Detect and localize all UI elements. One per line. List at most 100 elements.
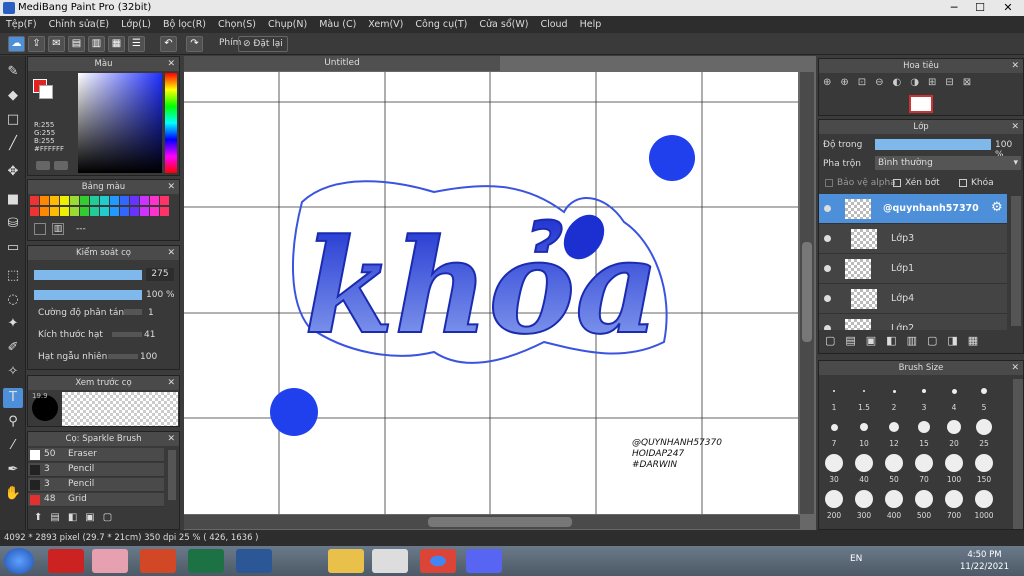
brush-size-dot[interactable]: [833, 390, 835, 392]
grid-icon[interactable]: ▦: [108, 36, 125, 52]
brush-list-scrollbar[interactable]: [168, 450, 176, 500]
menu-select[interactable]: Chọn(S): [218, 19, 256, 30]
color-swatch[interactable]: [80, 196, 89, 205]
brush-size-dot[interactable]: [892, 389, 896, 393]
saturation-picker[interactable]: [78, 73, 162, 173]
eyedropper-icon[interactable]: ⁄: [3, 436, 23, 456]
color-swatch[interactable]: [160, 196, 169, 205]
menu-help[interactable]: Help: [580, 19, 602, 30]
color-swatch[interactable]: [110, 207, 119, 216]
horizontal-scroll-thumb[interactable]: [428, 517, 572, 527]
trash-icon[interactable]: ▥: [52, 223, 64, 235]
medibang-icon[interactable]: [372, 549, 408, 573]
color-swatch[interactable]: [50, 196, 59, 205]
vertical-scrollbar[interactable]: [800, 72, 814, 514]
brush-size-dot[interactable]: [945, 454, 963, 472]
color-swatch[interactable]: [90, 207, 99, 216]
brush-size-dot[interactable]: [885, 490, 903, 508]
color-swatch[interactable]: [150, 196, 159, 205]
brush-list-item[interactable]: 48 Grid: [28, 493, 164, 507]
menu-window[interactable]: Cửa sổ(W): [479, 19, 528, 30]
gradient-tool-icon[interactable]: ▭: [3, 238, 23, 258]
brush-size-dot[interactable]: [975, 490, 993, 508]
start-button[interactable]: [4, 548, 34, 574]
brush-size-dot[interactable]: [863, 390, 865, 392]
eye-icon[interactable]: [824, 235, 831, 242]
brush-size-slider[interactable]: [34, 270, 142, 280]
scatter-slider[interactable]: [124, 309, 142, 315]
brush-size-dot[interactable]: [889, 422, 899, 432]
layer-opacity-slider[interactable]: [875, 139, 991, 150]
eraser-tool-icon[interactable]: ◆: [3, 86, 23, 106]
color-swatch[interactable]: [80, 207, 89, 216]
close-button[interactable]: ✕: [994, 0, 1022, 16]
navigator-thumbnail[interactable]: [909, 95, 933, 113]
brush-list-item[interactable]: 50 Eraser: [28, 448, 164, 462]
lasso-tool-icon[interactable]: ◌: [3, 290, 23, 310]
color-swatch[interactable]: [150, 207, 159, 216]
layer-row[interactable]: Lớp2: [819, 314, 1007, 330]
close-icon[interactable]: ✕: [167, 376, 175, 390]
magic-wand-icon[interactable]: ✦: [3, 314, 23, 334]
color-swatch[interactable]: [60, 207, 69, 216]
pen-tool-icon[interactable]: ✒: [3, 460, 23, 480]
layer-row[interactable]: @quynhanh57370 ⚙: [819, 194, 1007, 224]
color-swatch[interactable]: [140, 207, 149, 216]
word-icon[interactable]: [236, 549, 272, 573]
brush-size-dot[interactable]: [825, 454, 843, 472]
color-mode-button-2[interactable]: [54, 161, 68, 170]
brush-size-dot[interactable]: [855, 454, 873, 472]
color-swatch[interactable]: [70, 207, 79, 216]
color-swatch[interactable]: [140, 196, 149, 205]
move-tool-icon[interactable]: ✥: [3, 162, 23, 182]
brush-list-item[interactable]: 3 Pencil: [28, 463, 164, 477]
menu-snap[interactable]: Chụp(N): [268, 19, 307, 30]
discord-icon[interactable]: [466, 549, 502, 573]
brush-list-actions[interactable]: ⬆▤◧▣▢: [34, 512, 164, 526]
protect-alpha-checkbox[interactable]: [825, 179, 833, 187]
close-icon[interactable]: ✕: [1011, 120, 1019, 134]
doc-icon[interactable]: ▥: [88, 36, 105, 52]
menu-edit[interactable]: Chỉnh sửa(E): [49, 19, 110, 30]
horizontal-scrollbar[interactable]: [184, 515, 800, 529]
layer-row[interactable]: Lớp3: [819, 224, 1007, 254]
redo-icon[interactable]: ↷: [186, 36, 203, 52]
list-icon[interactable]: ☰: [128, 36, 145, 52]
layer-actions[interactable]: ▢▤▣◧▥▢◨▦: [825, 334, 1021, 350]
brush-tool-icon[interactable]: ✎: [3, 62, 23, 82]
folder-icon[interactable]: [328, 549, 364, 573]
vertical-scroll-thumb[interactable]: [802, 242, 812, 342]
color-swatch[interactable]: [110, 196, 119, 205]
undo-icon[interactable]: ↶: [160, 36, 177, 52]
hand-tool-icon[interactable]: ✋: [3, 484, 23, 504]
color-swatch[interactable]: [130, 196, 139, 205]
select-eraser-icon[interactable]: ✧: [3, 362, 23, 382]
color-swatch[interactable]: [40, 207, 49, 216]
layer-row[interactable]: Lớp4: [819, 284, 1007, 314]
lock-checkbox[interactable]: [959, 179, 967, 187]
brush-size-dot[interactable]: [918, 421, 930, 433]
brush-size-dot[interactable]: [947, 420, 961, 434]
color-swatch[interactable]: [90, 196, 99, 205]
chrome-icon[interactable]: [420, 549, 456, 573]
bucket-tool-icon[interactable]: ⛁: [3, 214, 23, 234]
menu-view[interactable]: Xem(V): [368, 19, 403, 30]
eye-icon[interactable]: [824, 325, 831, 330]
color-swatch[interactable]: [60, 196, 69, 205]
color-swatch[interactable]: [120, 196, 129, 205]
select-tool-icon[interactable]: ⬚: [3, 266, 23, 286]
minimize-button[interactable]: ─: [940, 0, 968, 16]
menu-color[interactable]: Màu (C): [319, 19, 356, 30]
layer-scrollbar[interactable]: [1011, 196, 1021, 326]
blend-select[interactable]: Bình thường ▾: [875, 156, 1021, 170]
color-swatch[interactable]: [130, 207, 139, 216]
app-icon-2[interactable]: [92, 549, 128, 573]
menu-file[interactable]: Tệp(F): [6, 19, 37, 30]
excel-icon[interactable]: [188, 549, 224, 573]
add-swatch-icon[interactable]: [34, 223, 46, 235]
color-swatch[interactable]: [30, 196, 39, 205]
color-swatch[interactable]: [30, 207, 39, 216]
brush-size-dot[interactable]: [915, 490, 933, 508]
navigator-tools[interactable]: ⊕⊕⊡⊖◐◑⊞⊟⊠: [823, 77, 1023, 91]
reset-button[interactable]: ⊘ Đặt lại: [238, 36, 288, 52]
